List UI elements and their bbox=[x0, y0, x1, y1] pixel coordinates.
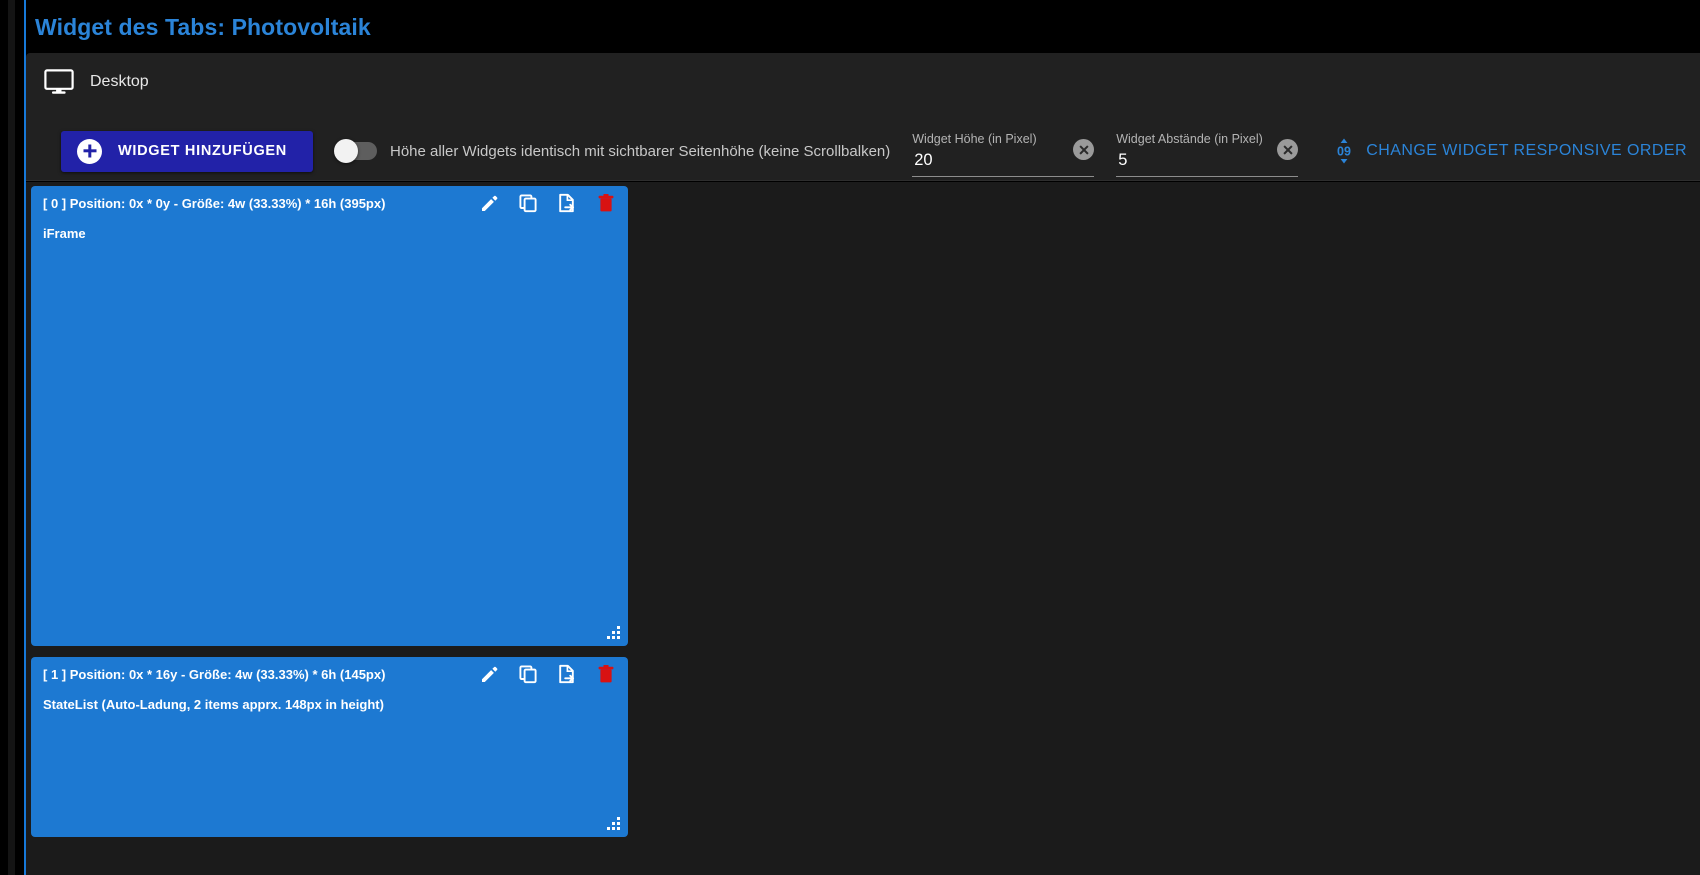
widget-gap-field: Widget Abstände (in Pixel) bbox=[1116, 128, 1299, 177]
page-title: Widget des Tabs: Photovoltaik bbox=[35, 14, 371, 40]
widget-body-0: iFrame bbox=[31, 220, 628, 241]
left-rail-dark bbox=[8, 0, 15, 875]
plus-circle-icon bbox=[77, 138, 102, 164]
widget-card-1[interactable]: [ 1 ] Position: 0x * 16y - Größe: 4w (33… bbox=[31, 657, 628, 837]
add-widget-button[interactable]: WIDGET HINZUFÜGEN bbox=[61, 130, 313, 172]
resize-grip-icon-0[interactable] bbox=[606, 624, 622, 640]
widget-header-1[interactable]: [ 1 ] Position: 0x * 16y - Größe: 4w (33… bbox=[31, 657, 628, 691]
equal-height-toggle[interactable]: Höhe aller Widgets identisch mit sichtba… bbox=[334, 139, 891, 163]
device-label: Desktop bbox=[90, 73, 149, 90]
monitor-icon bbox=[44, 69, 74, 95]
widget-title-1: [ 1 ] Position: 0x * 16y - Größe: 4w (33… bbox=[43, 666, 386, 682]
duplicate-icon[interactable] bbox=[518, 193, 538, 213]
resize-grip-icon-1[interactable] bbox=[606, 815, 622, 831]
panel-divider bbox=[26, 180, 1700, 181]
widget-gap-input[interactable] bbox=[1116, 147, 1297, 172]
widget-gap-underline bbox=[1116, 176, 1299, 177]
widget-height-field: Widget Höhe (in Pixel) bbox=[912, 128, 1095, 177]
export-file-icon[interactable] bbox=[557, 664, 577, 684]
widget-body-text-0: iFrame bbox=[43, 226, 86, 241]
device-selector[interactable]: Desktop bbox=[44, 69, 149, 95]
widget-actions-1 bbox=[479, 664, 616, 684]
widget-body-1: StateList (Auto-Ladung, 2 items apprx. 1… bbox=[31, 691, 628, 712]
toggle-knob bbox=[334, 139, 358, 163]
toolbar-panel: Desktop WIDGET HINZUFÜGEN Höhe aller Wid… bbox=[26, 53, 1700, 181]
widget-gap-label: Widget Abstände (in Pixel) bbox=[1116, 132, 1263, 146]
widget-editor-page: Widget des Tabs: Photovoltaik Desktop WI… bbox=[0, 0, 1700, 875]
widget-card-0[interactable]: [ 0 ] Position: 0x * 0y - Größe: 4w (33.… bbox=[31, 186, 628, 646]
delete-trash-icon[interactable] bbox=[596, 664, 616, 684]
svg-text:09: 09 bbox=[1337, 145, 1351, 159]
widget-canvas: [ 0 ] Position: 0x * 0y - Größe: 4w (33.… bbox=[26, 182, 1700, 875]
equal-height-toggle-label: Höhe aller Widgets identisch mit sichtba… bbox=[390, 142, 891, 160]
sort-numeric-09-icon: 09 bbox=[1332, 138, 1356, 164]
widget-height-underline bbox=[912, 176, 1095, 177]
export-file-icon[interactable] bbox=[557, 193, 577, 213]
edit-pencil-icon[interactable] bbox=[479, 664, 499, 684]
toolbar-row: WIDGET HINZUFÜGEN Höhe aller Widgets ide… bbox=[33, 125, 1693, 177]
widget-height-label: Widget Höhe (in Pixel) bbox=[912, 132, 1037, 146]
widget-title-0: [ 0 ] Position: 0x * 0y - Größe: 4w (33.… bbox=[43, 195, 386, 211]
change-responsive-order-button[interactable]: 09 CHANGE WIDGET RESPONSIVE ORDER bbox=[1326, 134, 1693, 168]
widget-height-input[interactable] bbox=[912, 147, 1093, 172]
widget-actions-0 bbox=[479, 193, 616, 213]
add-widget-label: WIDGET HINZUFÜGEN bbox=[118, 143, 287, 159]
edit-pencil-icon[interactable] bbox=[479, 193, 499, 213]
change-responsive-order-label: CHANGE WIDGET RESPONSIVE ORDER bbox=[1366, 142, 1687, 159]
widget-body-text-1: StateList (Auto-Ladung, 2 items apprx. 1… bbox=[43, 697, 384, 712]
toggle-track[interactable] bbox=[334, 139, 377, 163]
delete-trash-icon[interactable] bbox=[596, 193, 616, 213]
widget-header-0[interactable]: [ 0 ] Position: 0x * 0y - Größe: 4w (33.… bbox=[31, 186, 628, 220]
duplicate-icon[interactable] bbox=[518, 664, 538, 684]
